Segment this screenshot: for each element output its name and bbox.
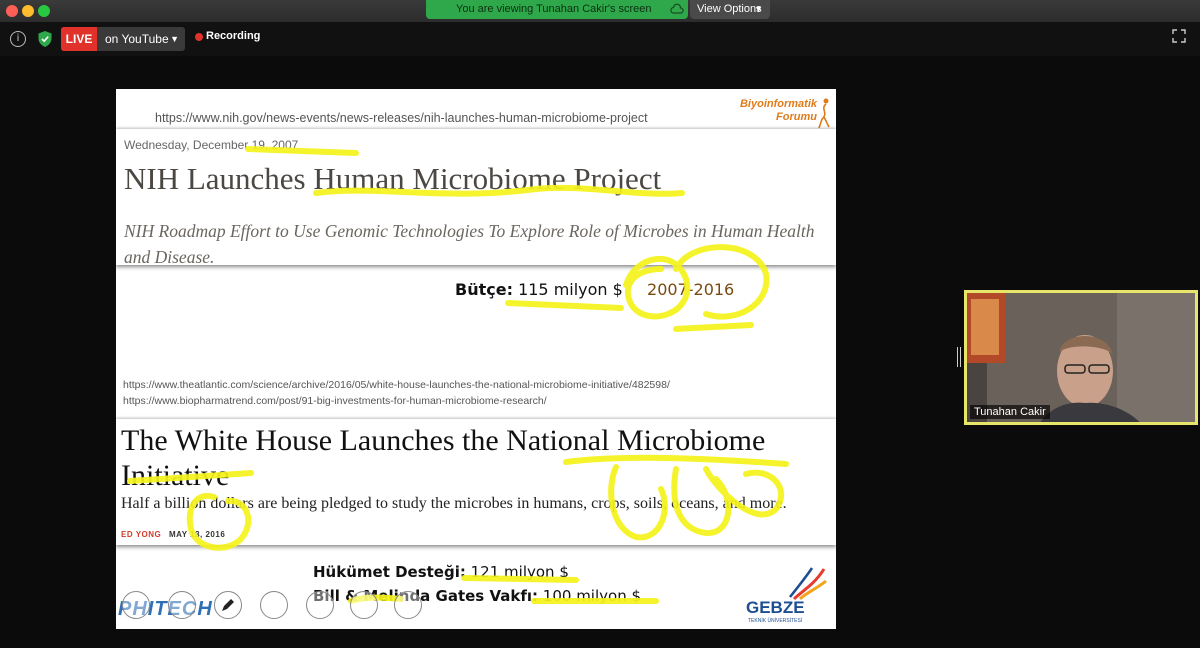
logo-top-line1: Biyoinformatik bbox=[739, 98, 817, 110]
budget-amount: 115 milyon $ bbox=[518, 280, 623, 299]
live-stream-button[interactable]: LIVE on YouTube ▼ bbox=[61, 27, 185, 51]
budget-label: Bütçe: bbox=[455, 280, 513, 299]
participant-video-tile[interactable]: Tunahan Cakir bbox=[964, 290, 1198, 425]
government-funding-label: Hükümet Desteği: bbox=[313, 563, 466, 581]
minimize-window-button[interactable] bbox=[22, 5, 34, 17]
save-annotation-button[interactable] bbox=[394, 591, 422, 619]
resize-handle[interactable] bbox=[957, 347, 961, 367]
chevron-down-icon: ▼ bbox=[754, 4, 763, 14]
fullscreen-icon[interactable] bbox=[1172, 29, 1186, 43]
maximize-window-button[interactable] bbox=[38, 5, 50, 17]
nih-article-date: Wednesday, December 19, 2007 bbox=[124, 138, 299, 152]
participant-name: Tunahan Cakir bbox=[970, 405, 1050, 419]
recording-label[interactable]: Recording bbox=[206, 30, 260, 42]
biyoinformatik-forumu-logo: Biyoinformatik Forumu bbox=[726, 95, 831, 129]
gebze-emblem-icon bbox=[789, 567, 827, 601]
draw-tool-button[interactable] bbox=[214, 591, 242, 619]
view-options-label: View Options bbox=[697, 3, 762, 15]
text-tool-button[interactable] bbox=[260, 591, 288, 619]
shield-icon[interactable] bbox=[37, 30, 53, 48]
atlantic-url: https://www.theatlantic.com/science/arch… bbox=[123, 379, 670, 391]
dna-figure-icon bbox=[818, 98, 830, 129]
caret-down-icon: ▼ bbox=[170, 34, 179, 44]
nih-article-subtitle: NIH Roadmap Effort to Use Genomic Techno… bbox=[124, 221, 815, 267]
government-funding-line: Hükümet Desteği: 121 milyon $ bbox=[313, 563, 569, 581]
meeting-toolbar: i LIVE on YouTube ▼ bbox=[0, 22, 1200, 56]
view-options-button[interactable]: View Options ▼ bbox=[690, 0, 770, 19]
shared-slide: https://www.nih.gov/news-events/news-rel… bbox=[116, 89, 836, 629]
white-house-article-subtitle: Half a billion dollars are being pledged… bbox=[121, 495, 787, 512]
title-bar: You are viewing Tunahan Cakir's screen V… bbox=[0, 0, 1200, 22]
stamp-tool-button[interactable] bbox=[306, 591, 334, 619]
logo-top-line2: Forumu bbox=[776, 111, 817, 123]
cloud-icon bbox=[670, 3, 684, 14]
white-house-article-card: The White House Launches the National Mi… bbox=[116, 419, 836, 545]
mouse-tool-button[interactable] bbox=[122, 591, 150, 619]
gebze-university-logo: GEBZE TEKNİK ÜNİVERSİTESİ bbox=[744, 567, 834, 627]
article-date: MAY 13, 2016 bbox=[169, 530, 226, 539]
screen-share-window: You are viewing Tunahan Cakir's screen V… bbox=[0, 0, 1200, 648]
gates-funding-amount: 100 milyon $ bbox=[542, 587, 642, 605]
annotation-toolbar bbox=[116, 589, 436, 625]
select-tool-button[interactable] bbox=[168, 591, 196, 619]
gebze-logo-text: GEBZE bbox=[746, 598, 805, 617]
live-target-label: on YouTube bbox=[105, 32, 169, 46]
nih-url: https://www.nih.gov/news-events/news-rel… bbox=[155, 111, 648, 125]
budget-years: 2007-2016 bbox=[647, 280, 735, 299]
pencil-icon bbox=[222, 599, 234, 611]
nih-article-title: NIH Launches Human Microbiome Project bbox=[124, 161, 662, 196]
nih-article-card: Wednesday, December 19, 2007 NIH Launche… bbox=[116, 129, 836, 267]
article-author: ED YONG bbox=[121, 530, 162, 539]
white-house-article-title: The White House Launches the National Mi… bbox=[121, 424, 766, 492]
government-funding-amount: 121 milyon $ bbox=[470, 563, 569, 581]
biopharmatrend-url: https://www.biopharmatrend.com/post/91-b… bbox=[123, 395, 547, 407]
budget-line: Bütçe: 115 milyon $ 2007-2016 bbox=[455, 280, 734, 299]
info-icon[interactable]: i bbox=[10, 31, 26, 47]
recording-dot-icon bbox=[195, 33, 203, 41]
gebze-logo-subtext: TEKNİK ÜNİVERSİTESİ bbox=[748, 618, 803, 624]
spotlight-tool-button[interactable] bbox=[350, 591, 378, 619]
close-window-button[interactable] bbox=[6, 5, 18, 17]
live-badge: LIVE bbox=[61, 27, 97, 51]
share-banner: You are viewing Tunahan Cakir's screen bbox=[426, 0, 688, 19]
